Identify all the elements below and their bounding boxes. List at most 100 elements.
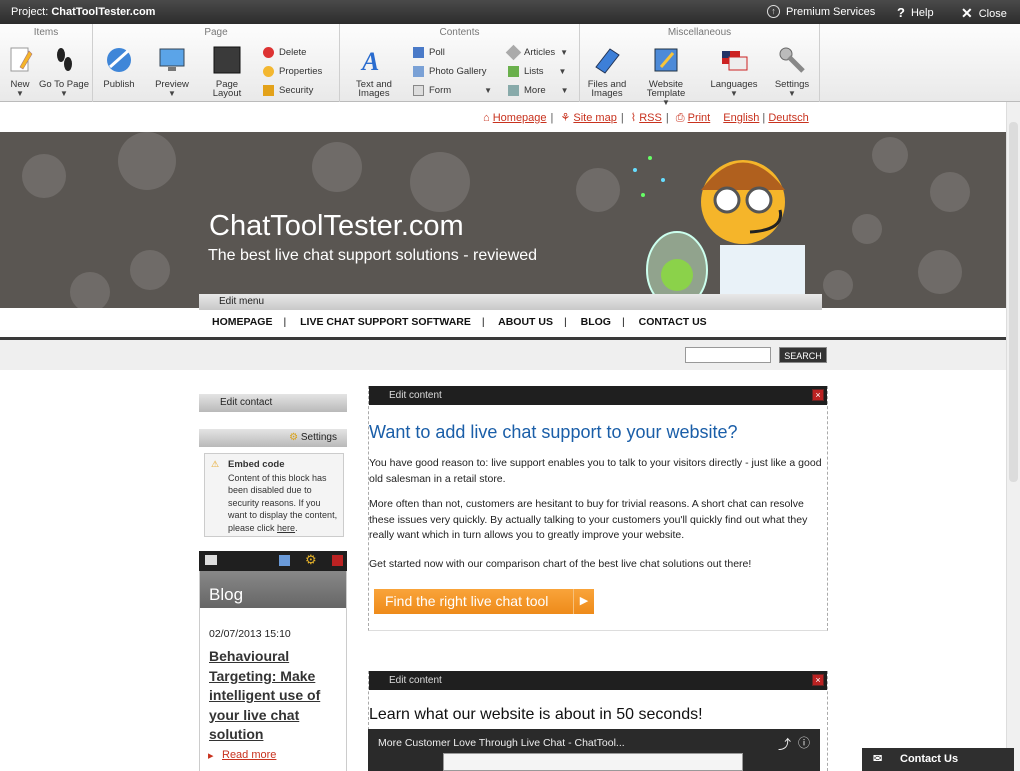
search-button[interactable]: SEARCH [779, 347, 827, 363]
premium-services-button[interactable]: ↑ Premium Services [767, 5, 875, 18]
read-more-link[interactable]: ▸ Read more [208, 749, 346, 762]
edit-content-bar[interactable]: Edit content × [369, 386, 827, 405]
gear-icon [263, 65, 274, 77]
close-icon: ✕ [961, 5, 973, 21]
nav-item-live-chat-software[interactable]: LIVE CHAT SUPPORT SOFTWARE [300, 316, 471, 328]
intro-paragraph-3: Get started now with our comparison char… [369, 558, 752, 570]
video-heading: Learn what our website is about in 50 se… [369, 706, 703, 723]
settings-label: Settings [774, 79, 810, 90]
english-link[interactable]: English [723, 112, 759, 124]
help-button[interactable]: ? Help [897, 5, 934, 20]
blog-toolbar: ⚙ [199, 551, 347, 571]
copy-icon[interactable] [279, 555, 290, 566]
preview-button[interactable]: Preview ▼ [146, 45, 198, 98]
security-button[interactable]: Security [263, 82, 313, 98]
edit-icon[interactable] [205, 555, 217, 565]
blog-date: 02/07/2013 15:10 [209, 628, 291, 640]
edit-content-bar[interactable]: Edit content × [369, 671, 827, 690]
nav-item-about-us[interactable]: ABOUT US [498, 316, 553, 328]
group-contents: Contents A Text and Images Poll Photo Ga… [340, 24, 580, 102]
publish-label: Publish [103, 79, 135, 90]
project-title: Project: ChatToolTester.com [11, 6, 156, 18]
embed-link[interactable]: here [277, 523, 295, 533]
close-button[interactable]: ✕ Close [961, 5, 1007, 22]
preview-label: Preview [155, 79, 189, 90]
lock-icon [263, 84, 274, 96]
search-input[interactable] [685, 347, 771, 363]
editor-title-bar: Project: ChatToolTester.com ↑ Premium Ser… [0, 0, 1020, 24]
properties-button[interactable]: Properties [263, 63, 322, 79]
find-chat-tool-button[interactable]: Find the right live chat tool ▶ [374, 589, 594, 614]
home-icon: ⌂ [483, 112, 490, 124]
close-icon[interactable] [332, 555, 343, 566]
files-images-label: Files and Images [587, 79, 627, 99]
more-button[interactable]: More ▼ [508, 82, 569, 98]
arrow-right-icon: ▸ [208, 749, 214, 762]
edit-menu-bar[interactable]: Edit menu [199, 294, 822, 310]
embed-title: Embed code [228, 459, 285, 470]
group-miscellaneous: Miscellaneous Files and Images Website T… [580, 24, 820, 107]
nav-item-homepage[interactable]: HOMEPAGE [212, 316, 272, 328]
mail-icon: ✉ [873, 753, 883, 765]
chevron-down-icon: ▼ [60, 89, 68, 98]
video-embed[interactable]: More Customer Love Through Live Chat - C… [368, 729, 820, 771]
nav-item-contact-us[interactable]: CONTACT US [639, 316, 707, 328]
chevron-down-icon: ▼ [560, 47, 569, 57]
chevron-down-icon: ▼ [168, 89, 176, 98]
languages-button[interactable]: Languages ▼ [708, 45, 760, 98]
svg-text:A: A [360, 47, 379, 75]
files-and-images-button[interactable]: Files and Images [581, 45, 633, 98]
print-link[interactable]: Print [688, 112, 711, 124]
publish-button[interactable]: Publish [93, 45, 145, 89]
contact-us-widget[interactable]: ✉ Contact Us [862, 748, 1014, 771]
website-template-button[interactable]: Website Template ▼ [640, 45, 692, 107]
flags-icon [722, 51, 748, 71]
text-and-images-button[interactable]: A Text and Images [348, 45, 400, 98]
files-icon [595, 48, 620, 74]
close-icon[interactable]: × [812, 389, 824, 401]
photo-gallery-button[interactable]: Photo Gallery [413, 63, 487, 79]
video-thumbnail [443, 753, 743, 771]
website-template-label: Website Template [646, 79, 686, 99]
articles-button[interactable]: Articles ▼ [505, 44, 569, 60]
top-links: ⌂ Homepage | ⚘ Site map | ⌇ RSS | ⎙ Print E… [483, 112, 809, 124]
video-title: More Customer Love Through Live Chat - C… [378, 737, 625, 749]
page-layout-button[interactable]: Page Layout [201, 45, 253, 98]
share-icon[interactable]: ⤴ [778, 734, 791, 753]
homepage-link[interactable]: Homepage [493, 112, 547, 124]
arrow-up-icon: ↑ [767, 5, 780, 18]
warning-icon: ⚠ [211, 459, 220, 469]
settings-bar[interactable]: ⚙ Settings [199, 429, 347, 447]
chevron-down-icon: ▼ [560, 85, 569, 95]
gear-icon[interactable]: ⚙ [305, 552, 317, 568]
settings-button[interactable]: Settings ▼ [766, 45, 818, 98]
footprints-icon [57, 48, 72, 71]
chevron-down-icon: ▼ [558, 66, 567, 76]
goto-label: Go To Page [38, 79, 89, 90]
wrench-icon [779, 47, 805, 73]
sitemap-icon: ⚘ [560, 112, 571, 124]
info-icon[interactable]: ⓘ [798, 734, 810, 751]
edit-contact-bar[interactable]: Edit contact [199, 394, 347, 412]
gallery-icon [413, 65, 424, 77]
template-icon [654, 48, 678, 72]
scrollbar[interactable] [1006, 102, 1020, 771]
page-layout-label: Page Layout [212, 79, 242, 99]
rss-link[interactable]: RSS [639, 112, 662, 124]
form-button[interactable]: Form ▼ [413, 82, 492, 98]
poll-button[interactable]: Poll [413, 44, 445, 60]
lists-button[interactable]: Lists ▼ [508, 63, 566, 79]
print-icon: ⎙ [675, 112, 685, 124]
scrollbar-thumb[interactable] [1009, 122, 1018, 482]
go-to-page-button[interactable]: Go To Page ▼ [38, 45, 90, 98]
rss-icon: ⌇ [630, 112, 637, 124]
deutsch-link[interactable]: Deutsch [768, 112, 808, 124]
intro-heading: Want to add live chat support to your we… [369, 422, 738, 442]
close-icon[interactable]: × [812, 674, 824, 686]
delete-button[interactable]: Delete [263, 44, 306, 60]
group-title: Contents [439, 27, 480, 38]
nav-item-blog[interactable]: BLOG [581, 316, 611, 328]
blog-post-title[interactable]: Behavioural Targeting: Make intelligent … [209, 647, 346, 745]
sitemap-link[interactable]: Site map [573, 112, 616, 124]
main-navigation: HOMEPAGE | LIVE CHAT SUPPORT SOFTWARE | AB… [0, 310, 1006, 340]
